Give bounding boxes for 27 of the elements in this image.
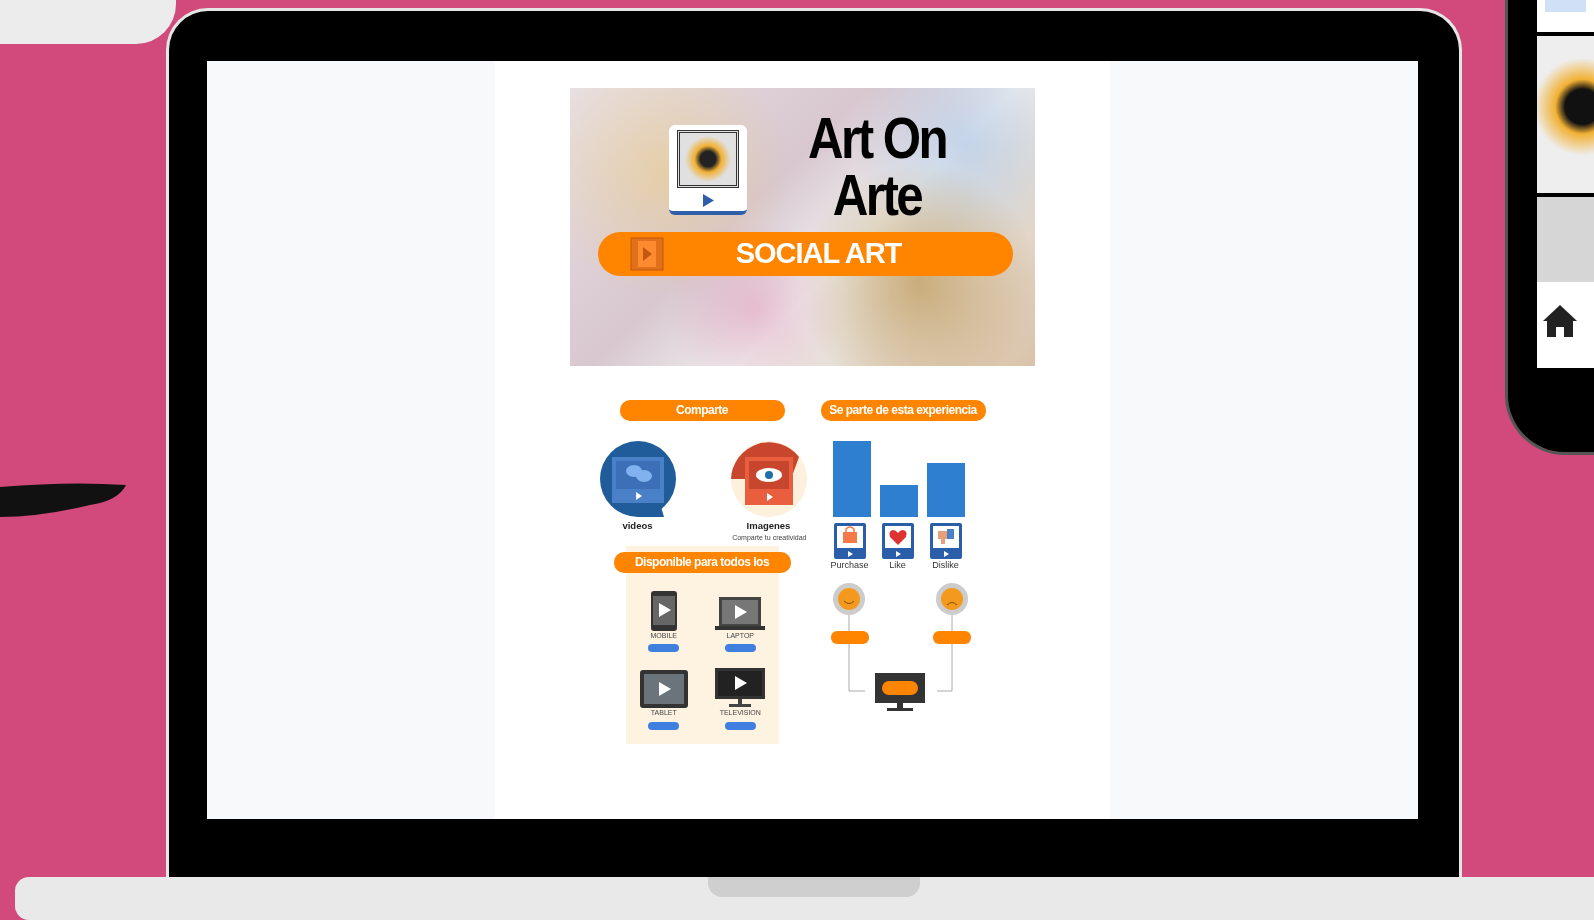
television-icon [715,668,766,709]
home-icon[interactable] [1543,303,1577,337]
banner-title: Art On [806,110,948,167]
pill-shape [724,644,756,653]
chat-video-icon [597,439,678,519]
play-icon [702,194,714,207]
banner-title: Arte [831,166,923,224]
reaction-label: Like [889,559,906,572]
section-heading: Disponible para todos los [613,551,791,573]
item-label: videos [622,519,653,533]
ribbon-text: SOCIAL ART [734,236,903,272]
reaction-label: Dislike [932,559,959,572]
tablet-icon [639,670,688,709]
item-label: Imagenes [746,519,791,533]
logo-image [677,130,739,188]
laptop-icon [715,596,766,631]
section-heading: Comparte [619,400,785,421]
thumbs-down-icon [929,523,962,559]
section-heading: Se parte de esta experiencia [820,400,986,421]
phone-icon [650,590,677,631]
shopping-bag-icon [833,523,866,559]
pill-shape [648,721,680,730]
reaction-label: Purchase [830,559,869,572]
eye-video-icon [728,439,809,519]
pill-shape [648,644,680,653]
film-icon [630,237,664,271]
pill-shape [724,721,756,730]
